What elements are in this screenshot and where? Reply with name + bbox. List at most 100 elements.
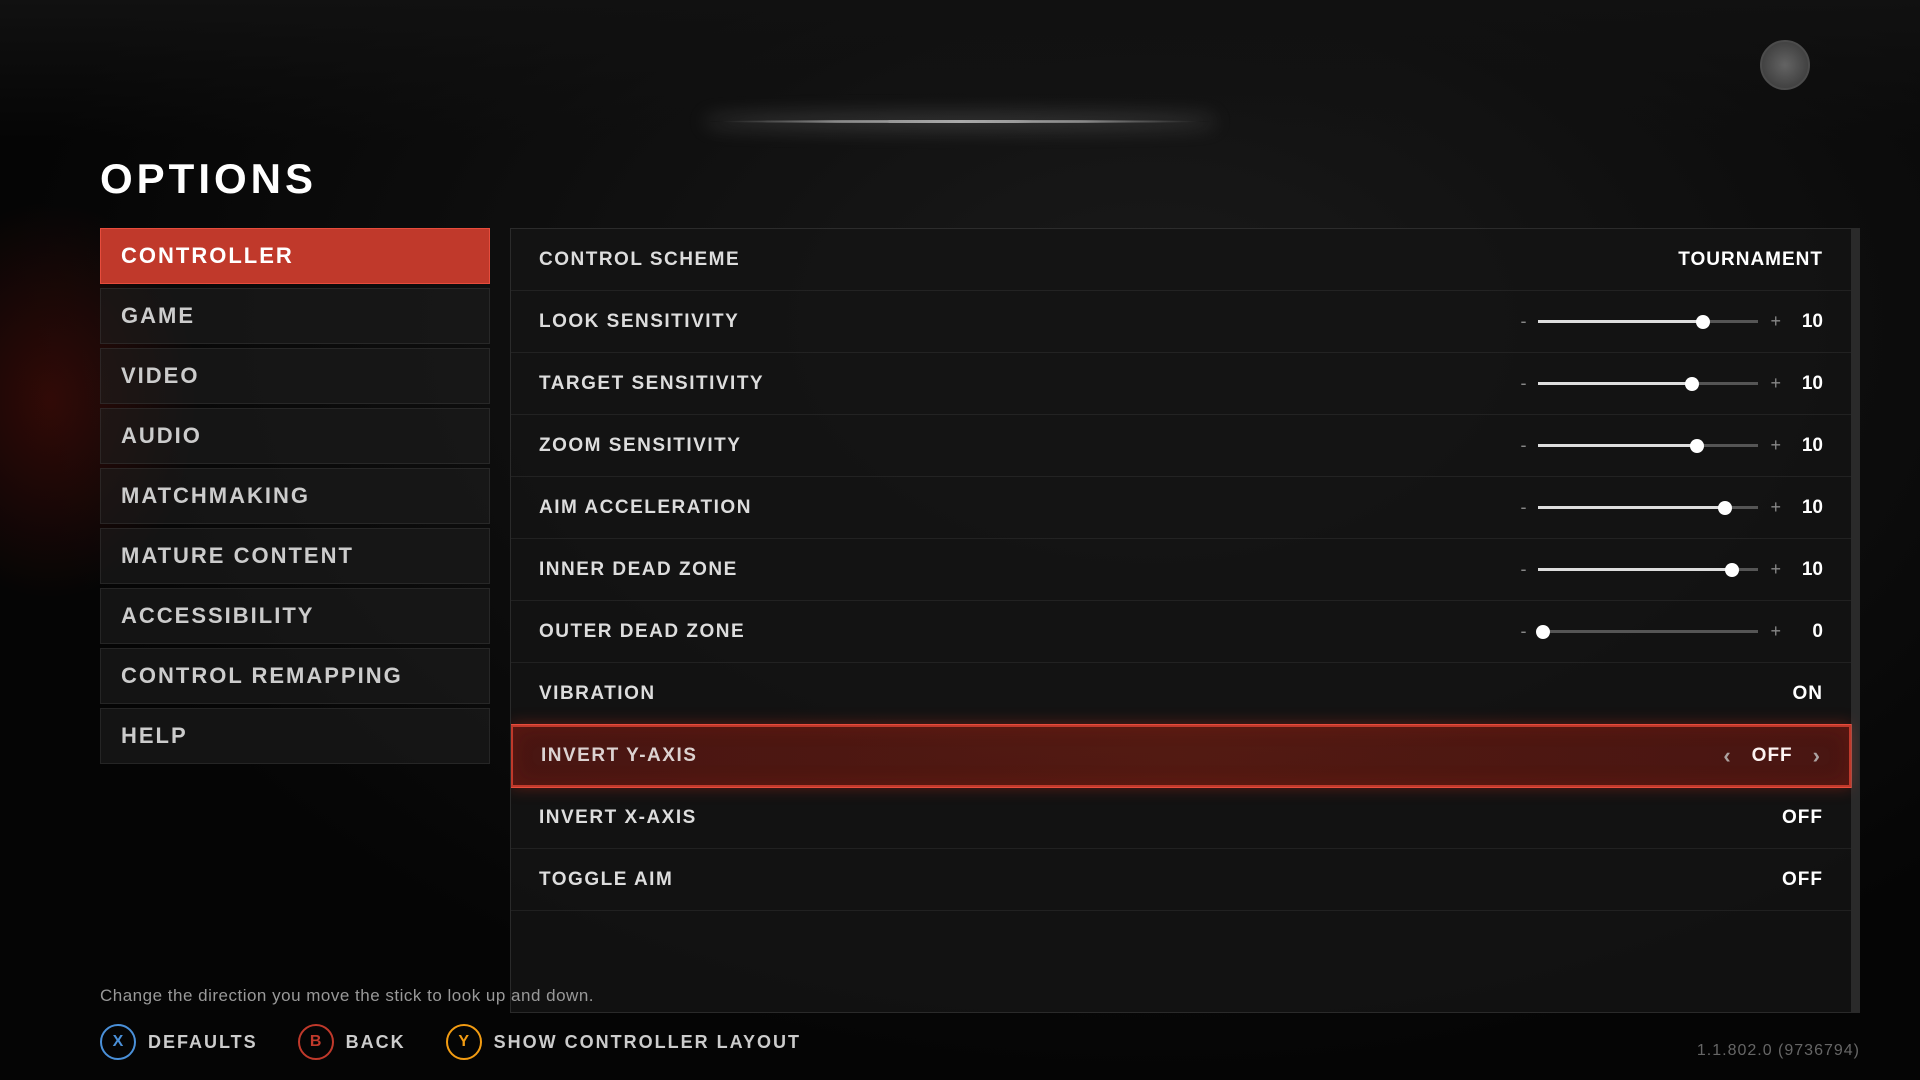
sidebar-item-matchmaking[interactable]: MATCHMAKING	[100, 468, 490, 524]
setting-name-vibration: VIBRATION	[539, 683, 1743, 705]
setting-name-control-scheme: CONTROL SCHEME	[539, 249, 1678, 271]
setting-name-target-sensitivity: TARGET SENSITIVITY	[539, 373, 1181, 395]
sidebar-item-mature-content[interactable]: MATURE CONTENT	[100, 528, 490, 584]
setting-name-look-sensitivity: LOOK SENSITIVITY	[539, 311, 1181, 333]
setting-value-toggle-aim: OFF	[1743, 869, 1823, 891]
slider-value-aim-acceleration: 10	[1793, 497, 1823, 519]
slider-minus-aim-acceleration: -	[1520, 497, 1526, 518]
arrow-right-invert-y-axis[interactable]: ›	[1813, 743, 1821, 769]
slider-target-sensitivity[interactable]: - + 10	[1181, 373, 1823, 395]
slider-fill-look-sensitivity	[1538, 320, 1703, 323]
setting-name-aim-acceleration: AIM ACCELERATION	[539, 497, 1181, 519]
slider-fill-inner-dead-zone	[1538, 568, 1732, 571]
slider-minus-target-sensitivity: -	[1520, 373, 1526, 394]
slider-value-outer-dead-zone: 0	[1793, 621, 1823, 643]
help-text: Change the direction you move the stick …	[100, 986, 1860, 1006]
sidebar: CONTROLLERGAMEVIDEOAUDIOMATCHMAKINGMATUR…	[100, 228, 490, 1013]
setting-name-invert-x-axis: INVERT X-AXIS	[539, 807, 1743, 829]
setting-row-aim-acceleration: AIM ACCELERATION - + 10	[511, 477, 1851, 539]
slider-track-aim-acceleration[interactable]	[1538, 506, 1758, 509]
setting-row-target-sensitivity: TARGET SENSITIVITY - + 10	[511, 353, 1851, 415]
setting-row-inner-dead-zone: INNER DEAD ZONE - + 10	[511, 539, 1851, 601]
slider-value-look-sensitivity: 10	[1793, 311, 1823, 333]
slider-value-inner-dead-zone: 10	[1793, 559, 1823, 581]
sidebar-item-video[interactable]: VIDEO	[100, 348, 490, 404]
slider-aim-acceleration[interactable]: - + 10	[1181, 497, 1823, 519]
button-label-defaults: DEFAULTS	[148, 1032, 258, 1053]
setting-value-invert-x-axis: OFF	[1743, 807, 1823, 829]
setting-name-invert-y-axis: INVERT Y-AXIS	[541, 745, 1723, 767]
setting-value-vibration: ON	[1743, 683, 1823, 705]
setting-name-inner-dead-zone: INNER DEAD ZONE	[539, 559, 1181, 581]
slider-fill-target-sensitivity	[1538, 382, 1692, 385]
slider-plus-aim-acceleration: +	[1770, 497, 1781, 518]
button-label-show-controller-layout: SHOW CONTROLLER LAYOUT	[494, 1032, 801, 1053]
button-back[interactable]: B BACK	[298, 1024, 406, 1060]
slider-plus-target-sensitivity: +	[1770, 373, 1781, 394]
sidebar-item-control-remapping[interactable]: CONTROL REMAPPING	[100, 648, 490, 704]
setting-value-control-scheme: TOURNAMENT	[1678, 249, 1823, 271]
slider-thumb-look-sensitivity	[1696, 315, 1710, 329]
slider-fill-aim-acceleration	[1538, 506, 1725, 509]
setting-row-vibration: VIBRATIONON	[511, 663, 1851, 725]
slider-plus-zoom-sensitivity: +	[1770, 435, 1781, 456]
player-icon	[1760, 40, 1810, 90]
slider-thumb-aim-acceleration	[1718, 501, 1732, 515]
button-show-controller-layout[interactable]: Y SHOW CONTROLLER LAYOUT	[446, 1024, 801, 1060]
setting-row-toggle-aim: TOGGLE AIMOFF	[511, 849, 1851, 911]
sidebar-item-audio[interactable]: AUDIO	[100, 408, 490, 464]
slider-minus-inner-dead-zone: -	[1520, 559, 1526, 580]
button-row: X DEFAULTS B BACK Y SHOW CONTROLLER LAYOUT	[100, 1024, 1860, 1060]
sidebar-item-controller[interactable]: CONTROLLER	[100, 228, 490, 284]
slider-track-zoom-sensitivity[interactable]	[1538, 444, 1758, 447]
button-circle-back: B	[298, 1024, 334, 1060]
sidebar-item-help[interactable]: HELP	[100, 708, 490, 764]
setting-row-invert-y-axis[interactable]: INVERT Y-AXIS‹ OFF ›	[511, 725, 1851, 787]
page-title: OPTIONS	[100, 155, 1860, 203]
top-right-ui	[1760, 40, 1840, 90]
sidebar-item-accessibility[interactable]: ACCESSIBILITY	[100, 588, 490, 644]
slider-plus-outer-dead-zone: +	[1770, 621, 1781, 642]
setting-name-toggle-aim: TOGGLE AIM	[539, 869, 1743, 891]
slider-plus-inner-dead-zone: +	[1770, 559, 1781, 580]
setting-name-zoom-sensitivity: ZOOM SENSITIVITY	[539, 435, 1181, 457]
slider-thumb-zoom-sensitivity	[1690, 439, 1704, 453]
slider-look-sensitivity[interactable]: - + 10	[1181, 311, 1823, 333]
top-streak-decoration	[710, 120, 1210, 123]
slider-plus-look-sensitivity: +	[1770, 311, 1781, 332]
button-label-back: BACK	[346, 1032, 406, 1053]
slider-minus-look-sensitivity: -	[1520, 311, 1526, 332]
button-defaults[interactable]: X DEFAULTS	[100, 1024, 258, 1060]
settings-panel: CONTROL SCHEMETOURNAMENTLOOK SENSITIVITY…	[510, 228, 1860, 1013]
slider-track-inner-dead-zone[interactable]	[1538, 568, 1758, 571]
options-layout: CONTROLLERGAMEVIDEOAUDIOMATCHMAKINGMATUR…	[100, 228, 1860, 1013]
slider-value-zoom-sensitivity: 10	[1793, 435, 1823, 457]
version-text: 1.1.802.0 (9736794)	[1697, 1042, 1860, 1060]
bottom-bar: Change the direction you move the stick …	[100, 986, 1860, 1060]
slider-outer-dead-zone[interactable]: - + 0	[1181, 621, 1823, 643]
slider-track-outer-dead-zone[interactable]	[1538, 630, 1758, 633]
button-circle-show-controller-layout: Y	[446, 1024, 482, 1060]
setting-row-look-sensitivity: LOOK SENSITIVITY - + 10	[511, 291, 1851, 353]
setting-name-outer-dead-zone: OUTER DEAD ZONE	[539, 621, 1181, 643]
sidebar-item-game[interactable]: GAME	[100, 288, 490, 344]
slider-thumb-outer-dead-zone	[1536, 625, 1550, 639]
top-bar	[0, 0, 1920, 140]
button-circle-defaults: X	[100, 1024, 136, 1060]
slider-zoom-sensitivity[interactable]: - + 10	[1181, 435, 1823, 457]
slider-value-target-sensitivity: 10	[1793, 373, 1823, 395]
setting-row-zoom-sensitivity: ZOOM SENSITIVITY - + 10	[511, 415, 1851, 477]
setting-selector-invert-y-axis[interactable]: ‹ OFF ›	[1723, 743, 1821, 769]
slider-thumb-target-sensitivity	[1685, 377, 1699, 391]
slider-inner-dead-zone[interactable]: - + 10	[1181, 559, 1823, 581]
arrow-left-invert-y-axis[interactable]: ‹	[1723, 743, 1731, 769]
slider-thumb-inner-dead-zone	[1725, 563, 1739, 577]
slider-fill-zoom-sensitivity	[1538, 444, 1696, 447]
slider-minus-outer-dead-zone: -	[1520, 621, 1526, 642]
setting-row-outer-dead-zone: OUTER DEAD ZONE - + 0	[511, 601, 1851, 663]
settings-list: CONTROL SCHEMETOURNAMENTLOOK SENSITIVITY…	[510, 228, 1860, 1013]
slider-track-look-sensitivity[interactable]	[1538, 320, 1758, 323]
slider-track-target-sensitivity[interactable]	[1538, 382, 1758, 385]
setting-row-control-scheme: CONTROL SCHEMETOURNAMENT	[511, 229, 1851, 291]
setting-value-invert-y-axis: OFF	[1752, 745, 1793, 767]
